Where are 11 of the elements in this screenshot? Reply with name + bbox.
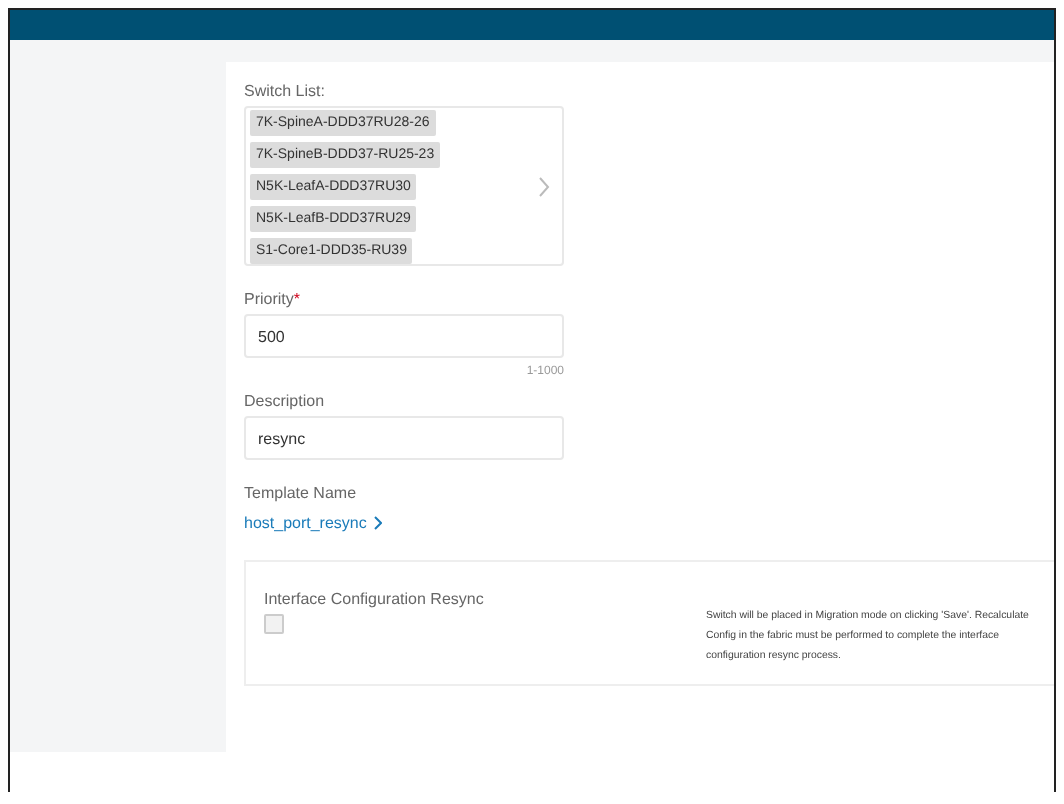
chevron-right-icon: [374, 516, 383, 530]
resync-checkbox[interactable]: [264, 614, 284, 634]
priority-field[interactable]: 500: [244, 314, 564, 358]
chevron-right-icon[interactable]: [538, 175, 550, 197]
field-label: Switch List:: [244, 82, 327, 100]
field-label: Priority*: [244, 290, 303, 308]
description-field[interactable]: resync: [244, 416, 564, 460]
field-label: Template Name: [244, 484, 359, 502]
template-link[interactable]: host_port_resync: [244, 514, 383, 532]
field-label: Interface Configuration Resync: [264, 590, 486, 608]
field-label: Description: [244, 392, 327, 410]
